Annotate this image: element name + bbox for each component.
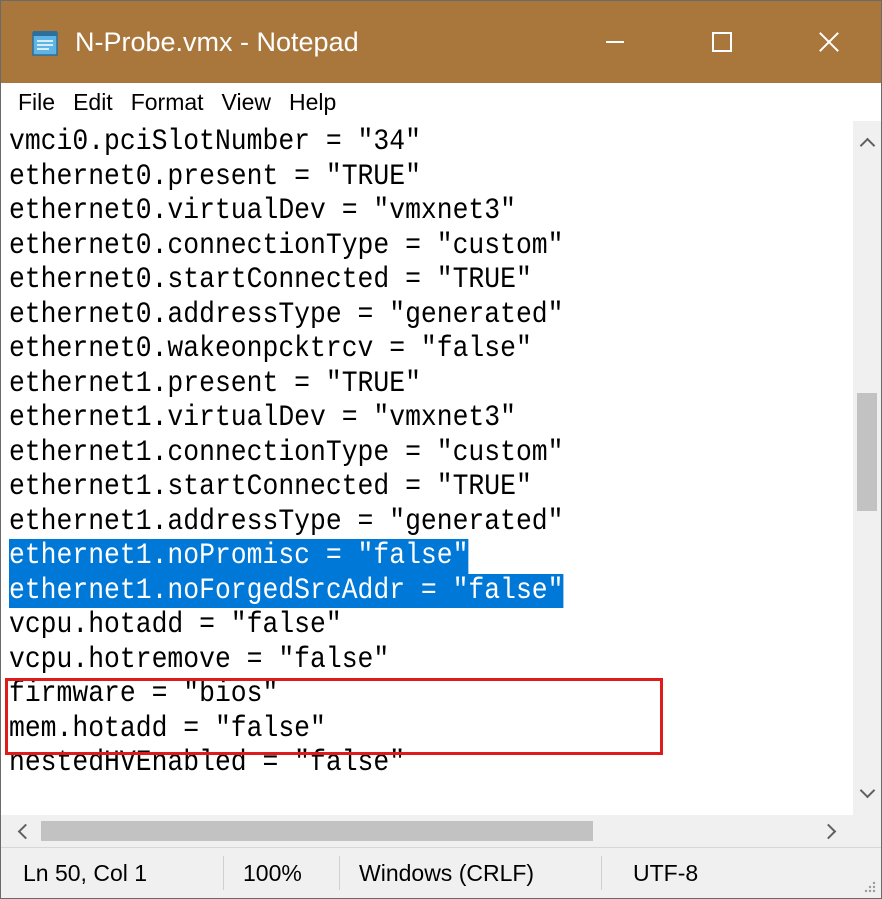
window-title: N-Probe.vmx - Notepad — [75, 27, 359, 57]
status-divider — [223, 856, 224, 890]
text-line: mem.hotadd = "false" — [9, 711, 326, 746]
chevron-right-icon — [820, 823, 837, 839]
title-bar[interactable]: N-Probe.vmx - Notepad — [1, 1, 881, 83]
chevron-left-icon — [17, 823, 34, 839]
text-line: ethernet0.present = "TRUE" — [9, 159, 421, 194]
text-line: ethernet0.connectionType = "custom" — [9, 228, 564, 263]
status-line-ending: Windows (CRLF) — [359, 860, 535, 886]
vertical-scroll-thumb[interactable] — [857, 393, 877, 511]
text-line: ethernet1.connectionType = "custom" — [9, 435, 564, 470]
text-line: ethernet0.addressType = "generated" — [9, 297, 564, 332]
scroll-up-button[interactable] — [853, 129, 881, 157]
text-line: ethernet1.addressType = "generated" — [9, 504, 564, 539]
horizontal-scrollbar[interactable] — [1, 815, 853, 847]
text-line: ethernet1.present = "TRUE" — [9, 366, 421, 401]
menu-format[interactable]: Format — [122, 85, 213, 119]
scroll-right-button[interactable] — [815, 815, 847, 847]
scrollbar-corner — [853, 815, 881, 847]
scroll-left-button[interactable] — [7, 815, 39, 847]
maximize-icon — [711, 32, 732, 52]
text-line: ethernet1.virtualDev = "vmxnet3" — [9, 401, 516, 435]
vertical-scrollbar[interactable] — [853, 121, 881, 815]
minimize-icon — [605, 41, 624, 43]
minimize-button[interactable] — [561, 1, 668, 83]
notepad-icon — [32, 31, 58, 56]
text-line: vcpu.hotadd = "false" — [9, 608, 342, 642]
chevron-down-icon — [859, 782, 875, 799]
menu-file[interactable]: File — [9, 85, 64, 119]
status-position: Ln 50, Col 1 — [23, 860, 148, 886]
menu-help[interactable]: Help — [280, 85, 345, 119]
notepad-window: N-Probe.vmx - Notepad File Edit Format V… — [0, 0, 882, 899]
status-encoding: UTF-8 — [633, 860, 699, 886]
text-editor[interactable]: nestedHVEnabled = "false" mem.hotadd = "f… — [1, 121, 853, 815]
menu-edit[interactable]: Edit — [64, 85, 122, 119]
maximize-button[interactable] — [668, 1, 775, 83]
status-divider — [339, 856, 340, 890]
text-line: ethernet1.startConnected = "TRUE" — [9, 470, 532, 504]
selected-text-line: ethernet1.noForgedSrcAddr = "false" — [9, 573, 564, 608]
text-line: firmware = "bios" — [9, 677, 279, 711]
selected-text-line: ethernet1.noPromisc = "false" — [9, 539, 469, 574]
menu-view[interactable]: View — [213, 85, 280, 119]
text-line: ethernet0.wakeonpcktrcv = "false" — [9, 332, 532, 366]
status-zoom: 100% — [243, 860, 302, 886]
horizontal-scroll-thumb[interactable] — [41, 821, 593, 841]
scroll-down-button[interactable] — [853, 779, 881, 807]
text-line: ethernet0.virtualDev = "vmxnet3" — [9, 194, 516, 228]
close-icon — [818, 31, 840, 53]
status-bar: Ln 50, Col 1 100% Windows (CRLF) UTF-8 — [1, 847, 881, 898]
close-button[interactable] — [775, 1, 882, 83]
text-line: ethernet0.startConnected = "TRUE" — [9, 263, 532, 297]
text-line: vcpu.hotremove = "false" — [9, 642, 390, 677]
menu-bar: File Edit Format View Help — [1, 83, 881, 121]
text-line: vmci0.pciSlotNumber = "34" — [9, 125, 421, 159]
status-divider — [601, 856, 602, 890]
chevron-up-icon — [859, 137, 875, 154]
resize-grip-icon[interactable] — [863, 880, 877, 894]
text-line: nestedHVEnabled = "false" — [9, 746, 406, 780]
